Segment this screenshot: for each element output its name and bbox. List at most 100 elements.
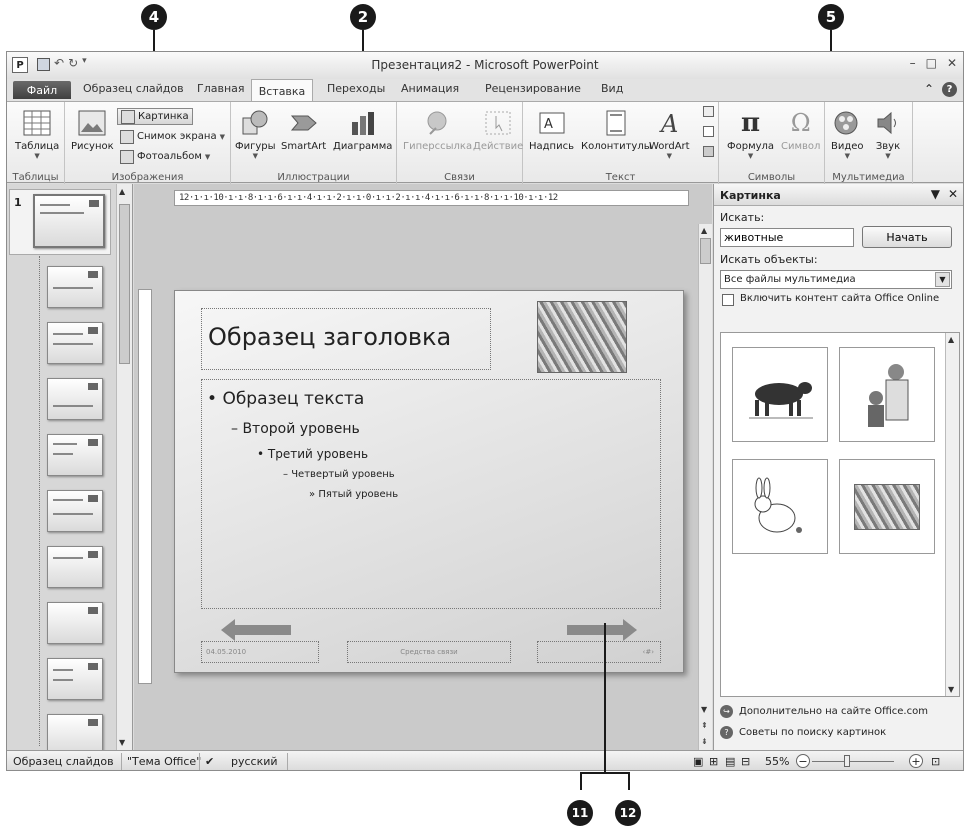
scroll-up-icon[interactable]: ▲ xyxy=(119,187,125,196)
smartart-button[interactable]: SmartArt xyxy=(281,108,326,152)
layout-thumbnail[interactable] xyxy=(47,490,103,532)
textbox-button[interactable]: A Надпись xyxy=(529,108,574,152)
search-button[interactable]: Начать xyxy=(862,226,952,248)
group-media: Видео ▼ Звук ▼ Мультимедиа xyxy=(825,102,913,184)
hyperlink-button[interactable]: Гиперссылка xyxy=(403,108,472,152)
layout-thumbnail[interactable] xyxy=(47,546,103,588)
video-button[interactable]: Видео ▼ xyxy=(831,108,864,160)
symbol-button[interactable]: Ω Символ xyxy=(781,108,820,152)
shapes-button[interactable]: Фигуры ▼ xyxy=(235,108,276,160)
tab-home[interactable]: Главная xyxy=(197,82,245,95)
table-button[interactable]: Таблица ▼ xyxy=(15,108,59,160)
zoom-level[interactable]: 55% xyxy=(765,755,789,768)
tab-transitions[interactable]: Переходы xyxy=(327,82,385,95)
zoom-slider[interactable] xyxy=(812,761,894,762)
pane-menu-icon[interactable]: ▼ xyxy=(931,187,940,201)
status-theme[interactable]: "Тема Office" xyxy=(127,755,201,768)
photo-album-icon xyxy=(120,149,134,164)
tab-animation[interactable]: Анимация xyxy=(401,82,459,95)
search-input[interactable] xyxy=(720,228,854,247)
media-type-select[interactable]: Все файлы мультимедиа ▼ xyxy=(720,270,952,289)
fit-slide-icon[interactable]: ⊡ xyxy=(931,755,940,768)
scroll-up-icon[interactable]: ▲ xyxy=(948,335,954,344)
doctor-child-clip[interactable] xyxy=(839,347,935,442)
screenshot-button[interactable]: Снимок экрана ▼ xyxy=(120,128,225,145)
layout-thumbnail[interactable] xyxy=(47,266,103,308)
spellcheck-icon[interactable]: ✔ xyxy=(205,755,214,768)
picture-button[interactable]: Рисунок xyxy=(71,108,114,152)
thumbnails-scrollbar[interactable]: ▲ ▼ xyxy=(116,184,132,750)
slide-master-thumbnail[interactable] xyxy=(33,194,105,248)
more-on-office-link[interactable]: ↪ Дополнительно на сайте Office.com xyxy=(720,705,928,718)
clipart-button[interactable]: Картинка xyxy=(117,108,193,125)
slide-master-canvas[interactable]: Образец заголовка • Образец текста – Вто… xyxy=(174,290,684,673)
scroll-down-icon[interactable]: ▼ xyxy=(119,738,125,747)
maximize-icon[interactable]: □ xyxy=(926,56,937,70)
results-scrollbar[interactable]: ▲ ▼ xyxy=(945,333,959,696)
scrollbar-thumb[interactable] xyxy=(700,238,711,264)
layout-thumbnail[interactable] xyxy=(47,658,103,700)
objects-label: Искать объекты: xyxy=(720,253,818,266)
scrollbar-thumb[interactable] xyxy=(119,204,130,364)
footer-slide-number[interactable]: ‹#› xyxy=(537,641,661,663)
zoom-in-icon[interactable]: + xyxy=(909,754,923,768)
chart-button[interactable]: Диаграмма xyxy=(333,108,392,152)
tab-slide-master[interactable]: Образец слайдов xyxy=(83,82,184,95)
layout-thumbnail[interactable] xyxy=(47,378,103,420)
zoom-out-icon[interactable]: − xyxy=(796,754,810,768)
footer-text[interactable]: Средства связи xyxy=(347,641,511,663)
tab-view[interactable]: Вид xyxy=(601,82,623,95)
normal-view-icon[interactable]: ▣ xyxy=(693,755,703,768)
tiger-picture[interactable] xyxy=(537,301,627,373)
textbox-label: Надпись xyxy=(529,141,574,152)
tiger-photo-clip[interactable] xyxy=(839,459,935,554)
slideshow-icon[interactable]: ⊟ xyxy=(741,755,750,768)
chart-label: Диаграмма xyxy=(333,141,393,152)
cow-clip[interactable] xyxy=(732,347,828,442)
layout-thumbnail[interactable] xyxy=(47,434,103,476)
tab-file[interactable]: Файл xyxy=(13,81,71,99)
search-tips-link[interactable]: ? Советы по поиску картинок xyxy=(720,726,886,739)
action-icon xyxy=(483,108,513,138)
date-time-icon[interactable] xyxy=(703,106,714,117)
close-icon[interactable]: ✕ xyxy=(948,187,958,201)
text-placeholder[interactable] xyxy=(201,379,661,609)
slide-number-icon[interactable] xyxy=(703,126,714,137)
previous-slide-icon[interactable]: ⇞ xyxy=(701,721,708,730)
wordart-label: WordArt xyxy=(649,141,690,152)
chevron-down-icon[interactable]: ▼ xyxy=(935,272,950,287)
help-icon[interactable]: ? xyxy=(942,82,957,97)
shapes-label: Фигуры xyxy=(235,141,276,152)
audio-button[interactable]: Звук ▼ xyxy=(873,108,903,160)
zoom-slider-thumb[interactable] xyxy=(844,755,850,767)
slide-sorter-icon[interactable]: ⊞ xyxy=(709,755,718,768)
layout-thumbnail[interactable] xyxy=(47,322,103,364)
equation-button[interactable]: π Формула ▼ xyxy=(727,108,774,160)
status-language[interactable]: русский xyxy=(231,755,278,768)
reading-view-icon[interactable]: ▤ xyxy=(725,755,735,768)
next-slide-icon[interactable]: ⇟ xyxy=(701,737,708,746)
scroll-down-icon[interactable]: ▼ xyxy=(948,685,954,694)
header-footer-button[interactable]: Колонтитулы xyxy=(581,108,652,152)
collapse-ribbon-icon[interactable]: ⌃ xyxy=(924,82,934,97)
action-button[interactable]: Действие xyxy=(473,108,523,152)
hyperlink-icon xyxy=(423,108,453,138)
layout-thumbnail[interactable] xyxy=(47,602,103,644)
scroll-up-icon[interactable]: ▲ xyxy=(701,226,707,235)
office-online-checkbox[interactable] xyxy=(722,294,734,306)
object-icon[interactable] xyxy=(703,146,714,157)
more-on-office-label: Дополнительно на сайте Office.com xyxy=(739,706,928,717)
close-icon[interactable]: ✕ xyxy=(947,56,957,70)
clipart-results: ▲ ▼ xyxy=(720,332,960,697)
tab-review[interactable]: Рецензирование xyxy=(485,82,581,95)
photo-album-button[interactable]: Фотоальбом ▼ xyxy=(120,148,210,165)
rabbit-clip[interactable] xyxy=(732,459,828,554)
callout-4: 4 xyxy=(141,4,167,30)
header-footer-icon xyxy=(601,108,631,138)
editor-scrollbar[interactable]: ▲ ▼ ⇞ ⇟ xyxy=(698,224,712,750)
wordart-button[interactable]: A WordArt ▼ xyxy=(649,108,690,160)
tab-insert[interactable]: Вставка xyxy=(251,79,313,102)
scroll-down-icon[interactable]: ▼ xyxy=(701,705,707,714)
footer-date[interactable]: 04.05.2010 xyxy=(201,641,319,663)
minimize-icon[interactable]: – xyxy=(910,56,916,70)
